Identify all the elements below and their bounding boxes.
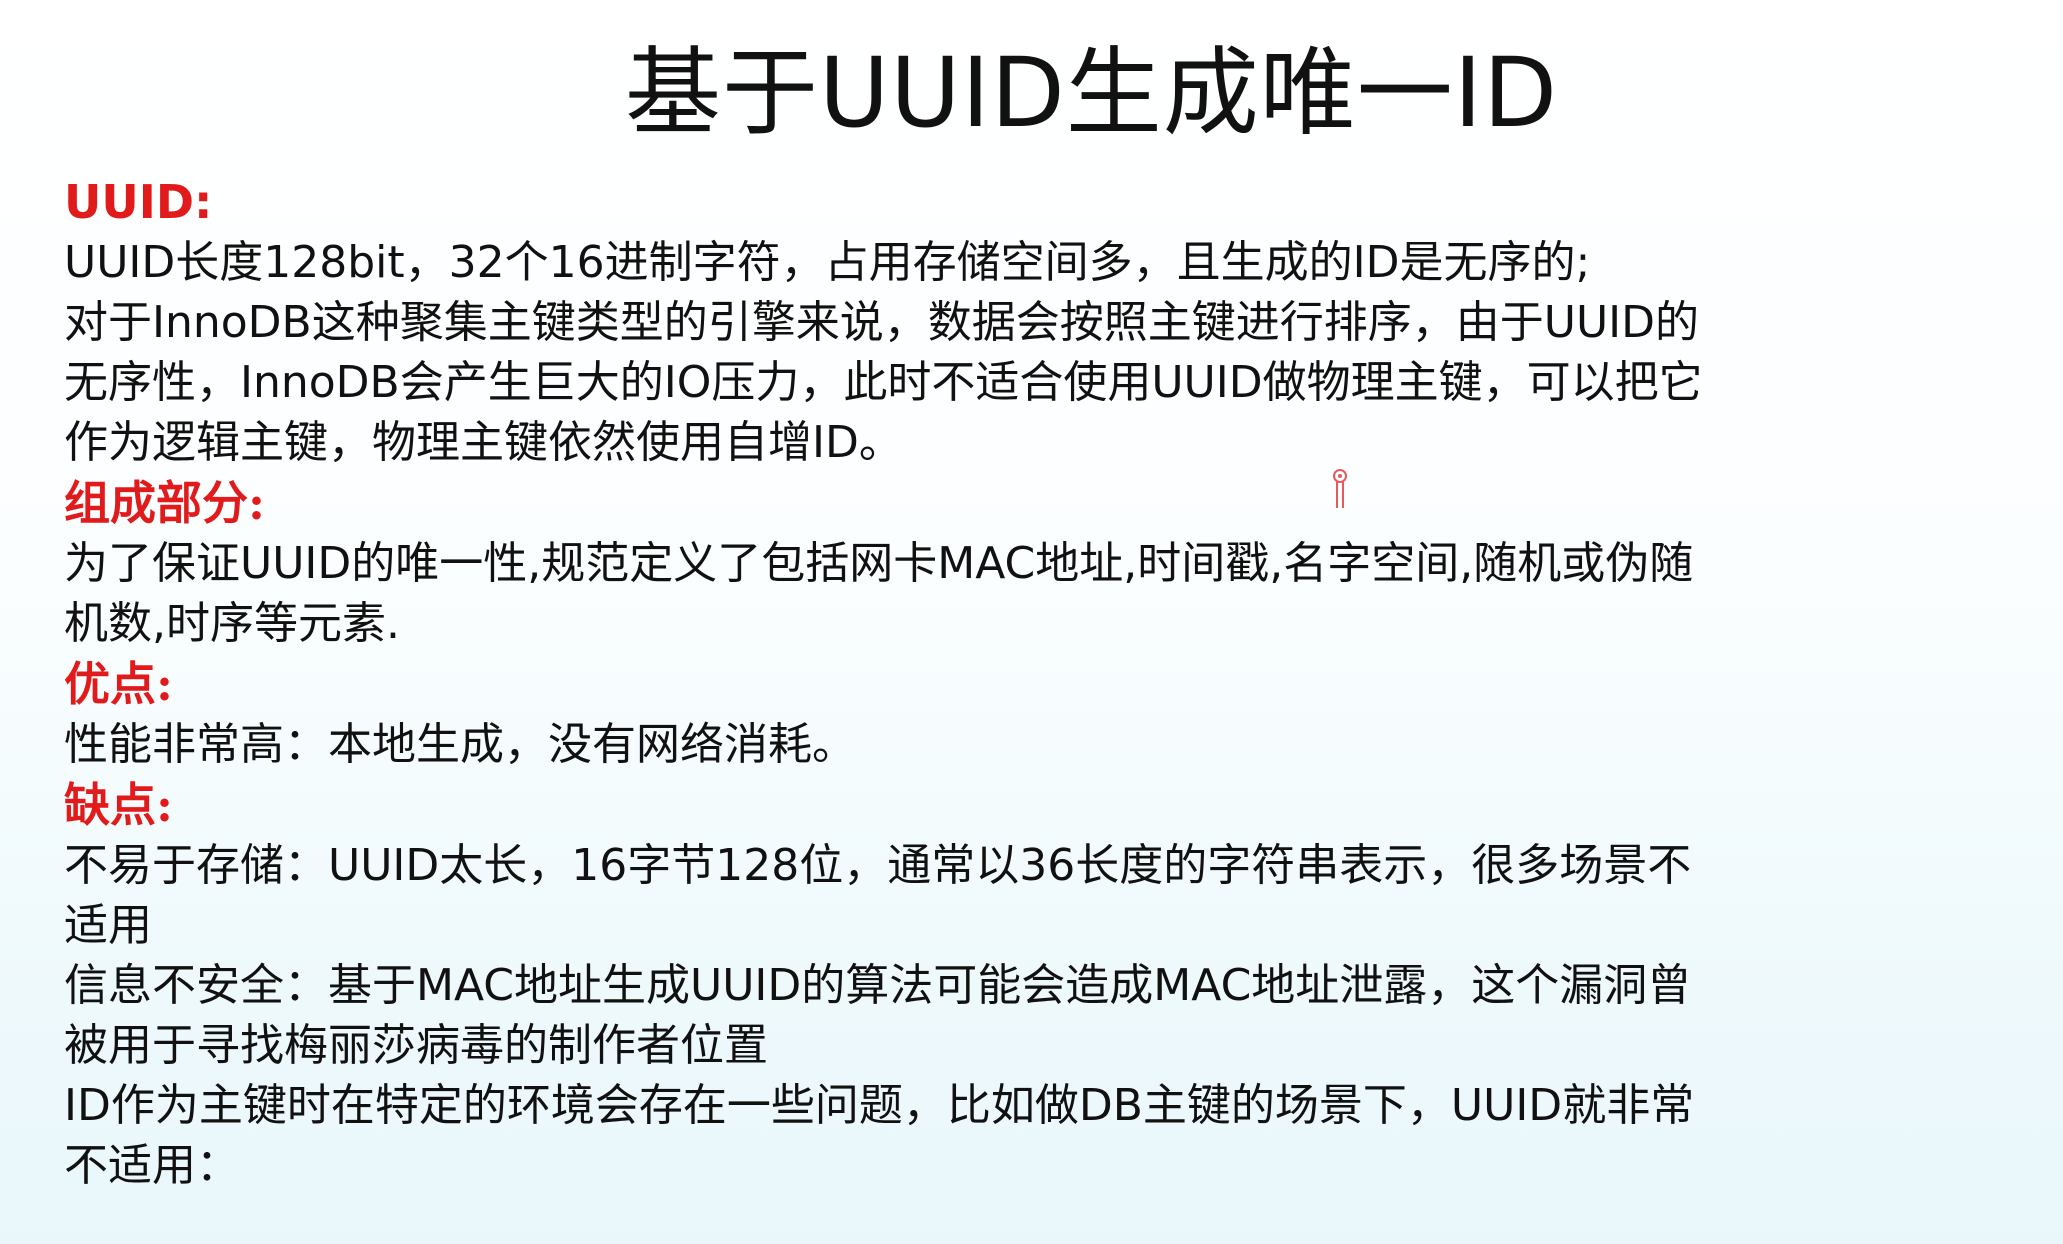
section-components: 组成部分: 为了保证UUID的唯一性,规范定义了包括网卡MAC地址,时间戳,名字… [64,473,1964,654]
section-paragraph: 性能非常高：本地生成，没有网络消耗。 [64,719,856,770]
section-uuid: UUID: UUID长度128bit，32个16进制字符，占用存储空间多，且生成… [64,172,1964,473]
section-paragraph: 不易于存储：UUID太长，16字节128位，通常以36长度的字符串表示，很多场景… [64,840,1692,951]
section-paragraph: 信息不安全：基于MAC地址生成UUID的算法可能会造成MAC地址泄露，这个漏洞曾… [64,960,1692,1071]
section-heading: UUID: [64,175,213,229]
slide-content: UUID: UUID长度128bit，32个16进制字符，占用存储空间多，且生成… [64,172,1964,1196]
section-heading: 优点: [64,657,173,711]
section-paragraph: ID作为主键时在特定的环境会存在一些问题，比如做DB主键的场景下，UUID就非常… [64,1080,1695,1191]
section-pros: 优点: 性能非常高：本地生成，没有网络消耗。 [64,654,1964,775]
section-cons: 缺点: 不易于存储：UUID太长，16字节128位，通常以36长度的字符串表示，… [64,775,1964,1196]
section-paragraph: 为了保证UUID的唯一性,规范定义了包括网卡MAC地址,时间戳,名字空间,随机或… [64,538,1694,649]
section-heading: 组成部分: [64,476,265,530]
section-heading: 缺点: [64,778,173,832]
pushpin-cursor-icon [1333,469,1347,508]
slide-title: 基于UUID生成唯一ID [625,37,1558,149]
section-paragraph: UUID长度128bit，32个16进制字符，占用存储空间多，且生成的ID是无序… [64,237,1703,468]
slide: 基于UUID生成唯一ID UUID: UUID长度128bit，32个16进制字… [0,0,2063,1244]
